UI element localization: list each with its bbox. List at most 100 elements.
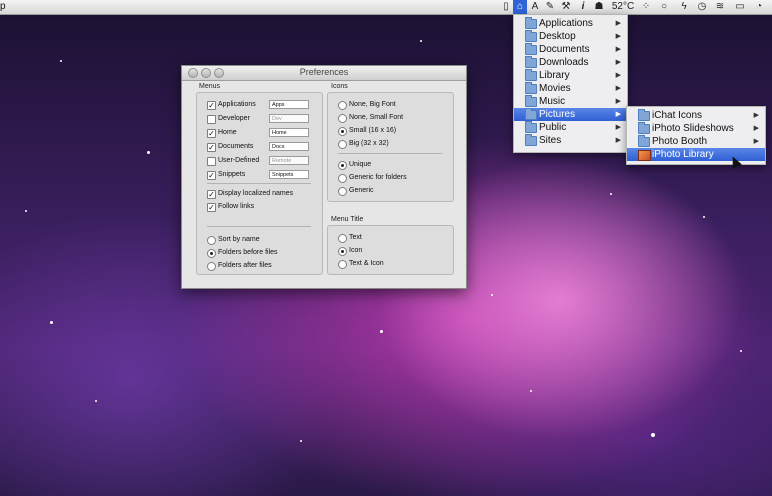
menu-item-iphoto-slideshows[interactable]: iPhoto Slideshows ▶ [627,122,765,135]
menus-group-label: Menus [199,83,221,90]
submenu-arrow-icon: ▶ [615,111,621,118]
tools-icon[interactable]: ✎ [544,1,556,13]
none-big-font-radio[interactable] [338,101,347,110]
applications-checkbox[interactable]: ✓ [207,101,216,110]
submenu-arrow-icon: ▶ [753,138,759,145]
menu-item-documents[interactable]: Documents ▶ [514,43,627,56]
applications-title-field[interactable]: Apps [269,100,309,109]
submenu-arrow-icon: ▶ [615,98,621,105]
divider [207,183,311,184]
icon-style-unique: Unique [338,160,448,171]
submenu-arrow-icon: ▶ [615,72,621,79]
menu-item-pictures[interactable]: Pictures ▶ [514,108,627,121]
menu-item-library[interactable]: Library ▶ [514,69,627,82]
folder-icon [525,95,537,107]
document-icon[interactable]: ▯ [500,1,512,13]
star [60,60,62,62]
text-and-icon-radio[interactable] [338,260,347,269]
submenu-arrow-icon: ▶ [615,33,621,40]
menu-item-desktop[interactable]: Desktop ▶ [514,30,627,43]
divider [207,226,311,227]
title-bar[interactable]: Preferences [182,66,466,81]
display-localized-names-checkbox[interactable]: ✓ [207,190,216,199]
time-machine-icon[interactable]: ◷ [696,1,708,13]
star [50,321,53,324]
menu-item-music[interactable]: Music ▶ [514,95,627,108]
menu-item-public[interactable]: Public ▶ [514,121,627,134]
folders-before-files-radio[interactable] [207,249,216,258]
submenu-arrow-icon: ▶ [753,125,759,132]
submenu-arrow-icon: ▶ [615,124,621,131]
icon-style-generic-folders: Generic for folders [338,173,448,184]
star [491,294,493,296]
developer-title-field[interactable]: Dev [269,114,309,123]
ghost-icon[interactable]: ☗ [593,1,605,13]
generic-for-folders-radio[interactable] [338,174,347,183]
menu-item-iphoto-library[interactable]: iPhoto Library [627,148,765,161]
documents-checkbox[interactable]: ✓ [207,143,216,152]
menu-row-documents: ✓ Documents Docs [207,142,317,153]
unique-radio[interactable] [338,161,347,170]
generic-radio[interactable] [338,187,347,196]
follow-links-checkbox[interactable]: ✓ [207,203,216,212]
folder-menu-icon[interactable]: ⌂ [513,0,527,14]
home-checkbox[interactable]: ✓ [207,129,216,138]
user-defined-title-field[interactable]: Remote [269,156,309,165]
dots-icon[interactable]: ⁘ [640,1,652,13]
window-title: Preferences [299,67,349,77]
star [95,400,97,402]
text-radio[interactable] [338,234,347,243]
option-follow-links: ✓ Follow links [207,203,255,212]
folder-icon [525,30,537,42]
menu-item-photo-booth[interactable]: Photo Booth ▶ [627,135,765,148]
tools-icon-2[interactable]: ⚒ [561,1,571,13]
preferences-window: Preferences Menus ✓ Applications Apps De… [181,65,467,289]
folder-icon [525,82,537,94]
snippets-checkbox[interactable]: ✓ [207,171,216,180]
none-small-font-radio[interactable] [338,114,347,123]
icon-size-small: Small (16 x 16) [338,126,448,137]
star [651,433,655,437]
menu-row-home: ✓ Home Home [207,128,317,139]
a-app-icon[interactable]: A [529,1,541,13]
star [25,210,27,212]
submenu-arrow-icon: ▶ [615,137,621,144]
snippets-title-field[interactable]: Snippets [269,170,309,179]
sort-by-name-radio[interactable] [207,236,216,245]
temperature-readout[interactable]: 52°C [610,1,636,13]
menu-item-sites[interactable]: Sites ▶ [514,134,627,147]
small-icons-radio[interactable] [338,127,347,136]
info-icon[interactable]: i [578,1,588,13]
battery-icon[interactable]: ▭ [733,1,747,13]
icons-group: None, Big Font None, Small Font Small (1… [327,92,454,202]
lightning-icon[interactable]: ϟ [678,1,690,13]
folder-icon [525,134,537,146]
menu-title-text-option: Text [338,233,448,244]
folders-menu: Applications ▶ Desktop ▶ Documents ▶ Downlo… [513,14,628,153]
pictures-submenu: iChat Icons ▶ iPhoto Slideshows ▶ Photo Bo… [626,106,766,165]
big-icons-radio[interactable] [338,140,347,149]
documents-title-field[interactable]: Docs [269,142,309,151]
clock-icon[interactable]: ◔ [753,1,765,13]
home-title-field[interactable]: Home [269,128,309,137]
folder-icon [525,121,537,133]
folder-icon [638,109,650,121]
folders-after-files-radio[interactable] [207,262,216,271]
icon-radio[interactable] [338,247,347,256]
wifi-icon[interactable]: ≋ [713,1,727,13]
menu-item-applications[interactable]: Applications ▶ [514,17,627,30]
developer-checkbox[interactable] [207,115,216,124]
submenu-arrow-icon: ▶ [753,112,759,119]
menu-item-movies[interactable]: Movies ▶ [514,82,627,95]
menu-row-applications: ✓ Applications Apps [207,100,317,111]
icon-size-none-small-font: None, Small Font [338,113,448,124]
menu-item-ichat-icons[interactable]: iChat Icons ▶ [627,109,765,122]
menu-item-downloads[interactable]: Downloads ▶ [514,56,627,69]
user-defined-checkbox[interactable] [207,157,216,166]
app-menu-fragment[interactable]: p [0,1,6,12]
star [740,350,742,352]
star [147,151,150,154]
menus-group: ✓ Applications Apps Developer Dev ✓ Home… [196,92,323,275]
icon-style-generic: Generic [338,186,448,197]
chat-bubble-icon[interactable]: ○ [658,1,670,13]
